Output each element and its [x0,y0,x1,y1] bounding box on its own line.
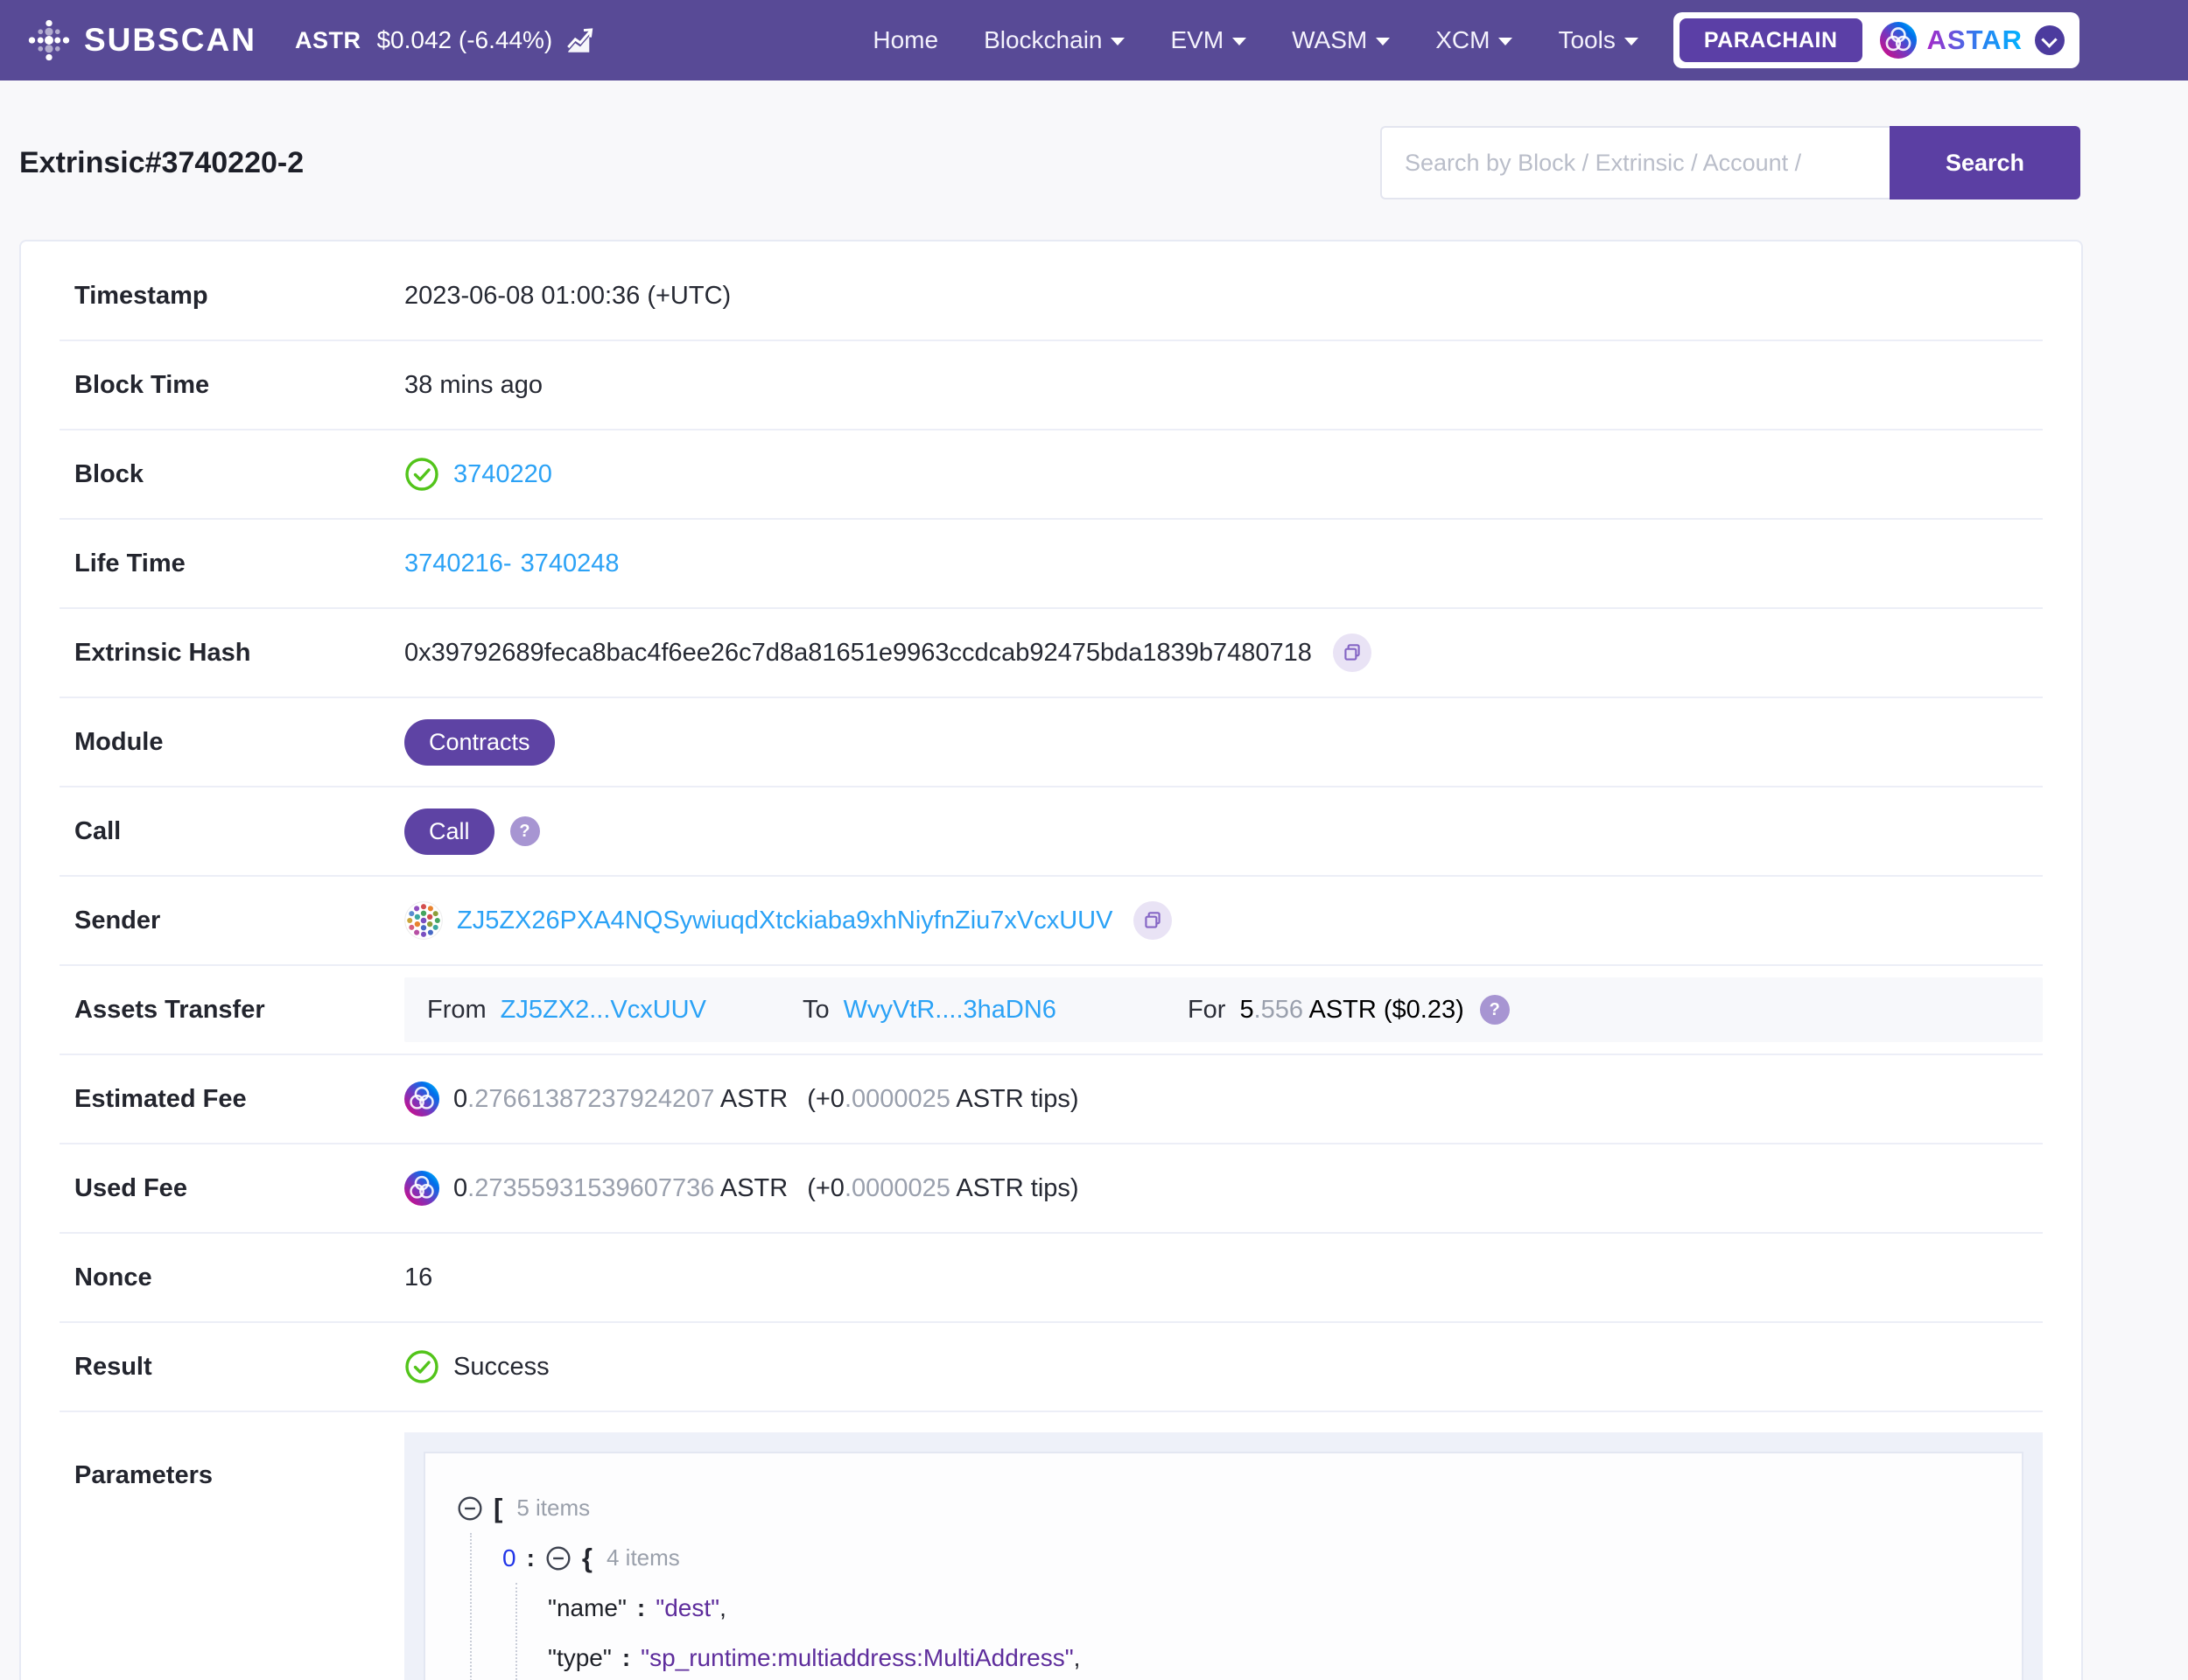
json-level-2: "name" : "dest" , "type" : "sp_runtime:m… [515,1583,1987,1680]
astr-token-icon [404,1082,439,1116]
nav-item-tools[interactable]: Tools [1558,26,1638,54]
row-life-time: Life Time 3740216- 3740248 [60,520,2043,609]
chevron-down-icon [1376,38,1391,46]
parachain-button[interactable]: PARACHAIN [1679,18,1862,62]
astar-logo-icon [1879,22,1917,59]
assets-transfer-strip: From ZJ5ZX2...VcxUUV To WvyVtR....3haDN6… [404,977,2043,1042]
row-call: Call Call ? [60,788,2043,877]
collapse-icon[interactable] [457,1495,483,1522]
row-used-fee: Used Fee 0.27355931539607736 ASTR (+0.00… [60,1144,2043,1234]
subscan-logo-icon [28,19,70,61]
chevron-down-icon [1623,38,1638,46]
row-timestamp: Timestamp 2023-06-08 01:00:36 (+UTC) [60,252,2043,341]
token-price: $0.042 (-6.44%) [376,26,553,53]
brand-name: SUBSCAN [84,22,256,58]
row-result: Result Success [60,1323,2043,1412]
used-fee-tip: (+0.0000025 ASTR tips) [807,1173,1079,1202]
network-selector: PARACHAIN ASTAR [1673,12,2079,68]
json-item-line: 0 : { 4 items [502,1542,680,1573]
sender-address-link[interactable]: ZJ5ZX26PXA4NQSywiuqdXtckiaba9xhNiyfnZiu7… [457,906,1112,935]
copy-icon [1344,644,1360,661]
page-title: Extrinsic#3740220-2 [19,145,305,179]
row-nonce: Nonce 16 [60,1234,2043,1323]
help-icon[interactable]: ? [1479,995,1510,1025]
page-header: Extrinsic#3740220-2 Search [0,126,2188,200]
json-field-type: "type" : "sp_runtime:multiaddress:MultiA… [548,1643,1081,1671]
row-parameters: Parameters [ 5 items 0 : {4 items "name… [60,1412,2043,1680]
row-assets-transfer: Assets Transfer From ZJ5ZX2...VcxUUV To … [60,966,2043,1055]
transfer-from-link[interactable]: ZJ5ZX2...VcxUUV [501,996,706,1025]
block-time-value: 38 mins ago [404,370,543,399]
help-icon[interactable]: ? [509,816,540,846]
nav-item-xcm[interactable]: XCM [1435,26,1513,54]
row-extrinsic-hash: Extrinsic Hash 0x39792689feca8bac4f6ee26… [60,609,2043,698]
price-chart-icon [567,28,593,52]
row-estimated-fee: Estimated Fee 0.27661387237924207 ASTR (… [60,1055,2043,1144]
token-price-ticker[interactable]: ASTR $0.042 (-6.44%) [295,26,596,54]
extrinsic-detail-card: Timestamp 2023-06-08 01:00:36 (+UTC) Blo… [19,240,2083,1680]
json-viewer: [ 5 items 0 : { 4 items "name": "dest" … [424,1452,2023,1680]
nav-item-wasm[interactable]: WASM [1292,26,1391,54]
life-time-end-link[interactable]: 3740248 [521,550,620,578]
extrinsic-hash-value: 0x39792689feca8bac4f6ee26c7d8a81651e9963… [404,638,1312,667]
parameters-panel: [ 5 items 0 : { 4 items "name": "dest" … [404,1432,2043,1680]
call-badge[interactable]: Call [404,808,494,855]
copy-button[interactable] [1332,634,1371,672]
timestamp-value: 2023-06-08 01:00:36 (+UTC) [404,281,732,310]
success-check-icon [405,1350,438,1383]
success-check-icon [405,458,438,491]
row-module: Module Contracts [60,698,2043,788]
token-symbol: ASTR [294,26,361,53]
transfer-amount: For 5.556 ASTR ($0.23) ? [1188,995,1510,1025]
json-level-1: 0 : { 4 items "name" : "dest" , "type":… [470,1533,1987,1680]
collapse-icon[interactable] [545,1545,572,1572]
chevron-down-icon [1498,38,1513,46]
astr-token-icon [404,1171,439,1206]
result-value: Success [453,1352,550,1381]
estimated-fee-tip: (+0.0000025 ASTR tips) [807,1084,1079,1113]
chevron-down-icon [1232,38,1247,46]
row-sender: Sender ZJ5ZX26PXA4NQSywiuqdXtckiaba9xhNi… [60,877,2043,966]
search-box: Search [1380,126,2080,200]
subscan-logo[interactable]: SUBSCAN [26,18,256,63]
network-dropdown-icon[interactable] [2035,25,2065,55]
nav-item-blockchain[interactable]: Blockchain [984,26,1126,54]
navbar: SUBSCAN ASTR $0.042 (-6.44%) Home Blockc… [0,0,2188,80]
nav-item-evm[interactable]: EVM [1170,26,1247,54]
estimated-fee-value: 0.27661387237924207 ASTR [453,1084,789,1113]
search-input[interactable] [1380,126,1890,200]
life-time-start-link[interactable]: 3740216- [404,550,512,578]
nonce-value: 16 [404,1263,433,1292]
row-block-time: Block Time 38 mins ago [60,341,2043,430]
json-root-line: [ 5 items [457,1483,1987,1533]
transfer-to-link[interactable]: WvyVtR....3haDN6 [844,996,1056,1025]
module-badge[interactable]: Contracts [404,718,555,766]
nav-item-home[interactable]: Home [873,26,938,54]
network-name: ASTAR [1926,24,2023,55]
copy-button[interactable] [1133,901,1173,940]
chevron-down-icon [1111,38,1126,46]
nav-menu: Home Blockchain EVM WASM XCM Tools [873,26,1638,54]
json-field-name: "name" : "dest" , [548,1593,726,1621]
search-button[interactable]: Search [1890,126,2080,200]
copy-icon [1145,912,1161,928]
sender-identicon [404,901,443,940]
row-block: Block 3740220 [60,430,2043,520]
used-fee-value: 0.27355931539607736 ASTR [453,1173,789,1202]
block-link[interactable]: 3740220 [453,460,552,489]
